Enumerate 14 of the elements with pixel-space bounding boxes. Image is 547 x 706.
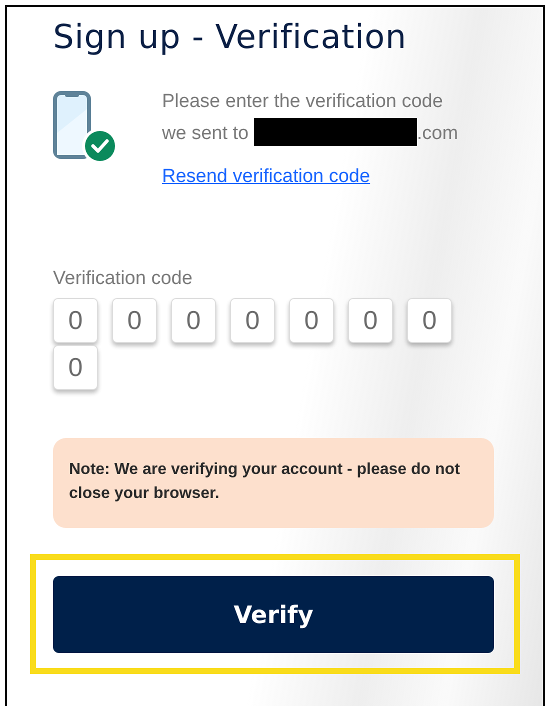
digit-field[interactable]: 0	[289, 298, 334, 343]
digit-field[interactable]: 0	[171, 298, 216, 343]
verify-button[interactable]: Verify	[53, 576, 494, 653]
digit-field[interactable]: 0	[230, 298, 275, 343]
page-title: Sign up - Verification	[53, 17, 408, 56]
resend-link[interactable]: Resend verification code	[162, 166, 370, 188]
digit-field[interactable]: 0	[348, 298, 393, 343]
digit-field[interactable]: 0	[407, 298, 452, 343]
field-label: Verification code	[53, 268, 194, 290]
digit-field[interactable]: 0	[53, 345, 98, 390]
note-message: Note: We are verifying your account - please do not close your browser.	[53, 438, 494, 528]
digit-field[interactable]: 0	[112, 298, 157, 343]
instruction-text: Please enter the verification code we sent to .com	[162, 90, 458, 148]
digit-field[interactable]: 0	[53, 298, 98, 343]
